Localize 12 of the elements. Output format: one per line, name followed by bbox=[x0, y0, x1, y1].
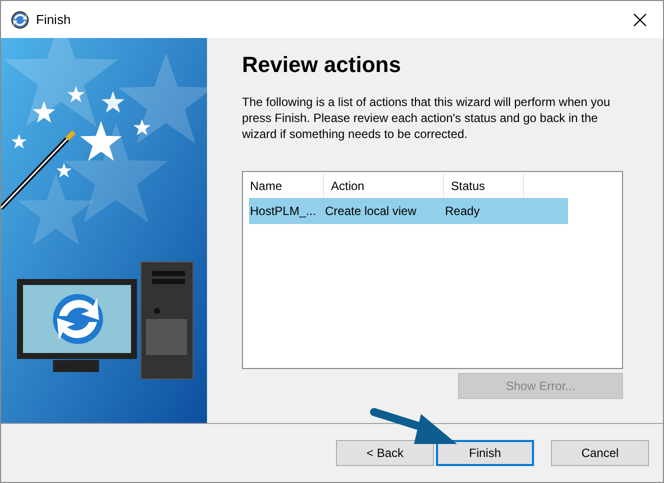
app-sync-icon bbox=[11, 10, 29, 28]
finish-button[interactable]: Finish bbox=[436, 440, 534, 466]
description-text: The following is a list of actions that this wizard will perform when you press Finish. Please review each action's status and go back in the wizard if something needs to be corrected. bbox=[242, 94, 612, 142]
table-cell-text: Ready bbox=[444, 203, 481, 220]
window-title: Finish bbox=[36, 10, 71, 29]
table-cell-text: Create local view bbox=[324, 203, 418, 220]
back-button[interactable]: < Back bbox=[336, 440, 434, 466]
cancel-button[interactable]: Cancel bbox=[551, 440, 649, 466]
close-icon bbox=[633, 12, 647, 26]
list-row[interactable]: HostPLM_... Create local view Ready bbox=[249, 198, 568, 224]
table-cell-text: HostPLM_... bbox=[249, 203, 318, 220]
page-heading: Review actions bbox=[242, 52, 402, 78]
